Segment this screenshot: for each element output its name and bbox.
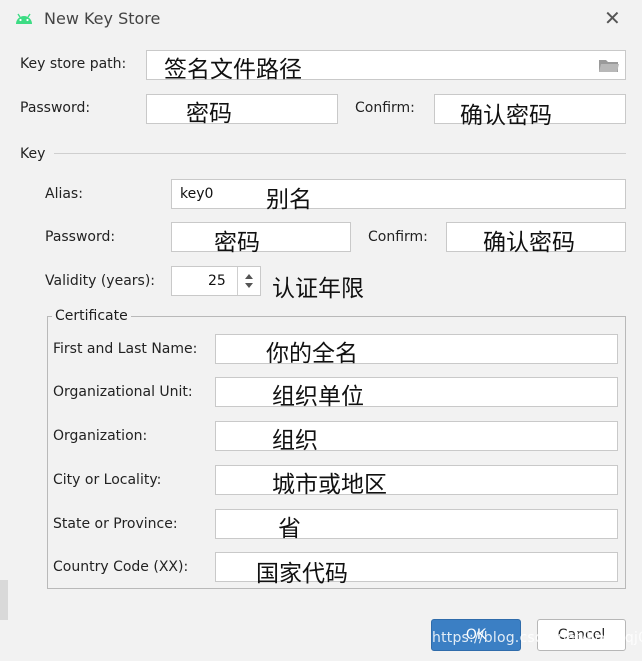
keystore-path-label: Key store path: <box>20 56 127 72</box>
key-section-title: Key <box>20 146 46 162</box>
key-section-divider <box>54 153 626 154</box>
keystore-confirm-label: Confirm: <box>355 100 415 116</box>
cert-label-state: State or Province: <box>53 516 178 532</box>
dialog-title: New Key Store <box>44 9 161 28</box>
validity-spinner[interactable]: 25 <box>171 266 261 296</box>
certificate-group-title: Certificate <box>52 308 131 324</box>
cert-label-city: City or Locality: <box>53 472 162 488</box>
alias-hint: 别名 <box>266 187 312 213</box>
cert-hint-org: 组织 <box>272 428 318 454</box>
alias-label: Alias: <box>45 186 83 202</box>
stepper-arrows-icon[interactable] <box>243 270 255 292</box>
android-icon <box>16 13 32 24</box>
validity-label: Validity (years): <box>45 273 156 289</box>
keystore-password-hint: 密码 <box>186 101 232 127</box>
key-password-field[interactable] <box>171 222 351 252</box>
cert-label-country: Country Code (XX): <box>53 559 189 575</box>
close-icon[interactable]: ✕ <box>604 6 621 30</box>
cert-label-name: First and Last Name: <box>53 341 198 357</box>
key-confirm-label: Confirm: <box>368 229 428 245</box>
watermark-text: https://blog.csdn.net/ktxsaqj0 <box>432 630 642 646</box>
alias-field[interactable] <box>171 179 626 209</box>
cert-hint-state: 省 <box>278 516 301 542</box>
cert-label-unit: Organizational Unit: <box>53 384 193 400</box>
cert-hint-name: 你的全名 <box>266 341 358 367</box>
keystore-path-hint: 签名文件路径 <box>164 57 302 83</box>
keystore-password-field[interactable] <box>146 94 338 124</box>
cert-label-org: Organization: <box>53 428 148 444</box>
key-password-label: Password: <box>45 229 116 245</box>
key-confirm-hint: 确认密码 <box>483 230 575 256</box>
cert-hint-country: 国家代码 <box>256 561 348 587</box>
background-edge <box>0 580 8 620</box>
folder-icon[interactable] <box>598 57 620 73</box>
cert-hint-unit: 组织单位 <box>272 384 364 410</box>
keystore-confirm-hint: 确认密码 <box>460 103 552 129</box>
keystore-password-label: Password: <box>20 100 91 116</box>
cert-hint-city: 城市或地区 <box>272 472 387 498</box>
alias-value: key0 <box>180 186 214 202</box>
validity-value: 25 <box>208 273 226 289</box>
validity-stepper[interactable] <box>237 267 260 295</box>
cert-field-state[interactable] <box>215 509 618 539</box>
validity-hint: 认证年限 <box>272 276 364 302</box>
key-password-hint: 密码 <box>214 230 260 256</box>
